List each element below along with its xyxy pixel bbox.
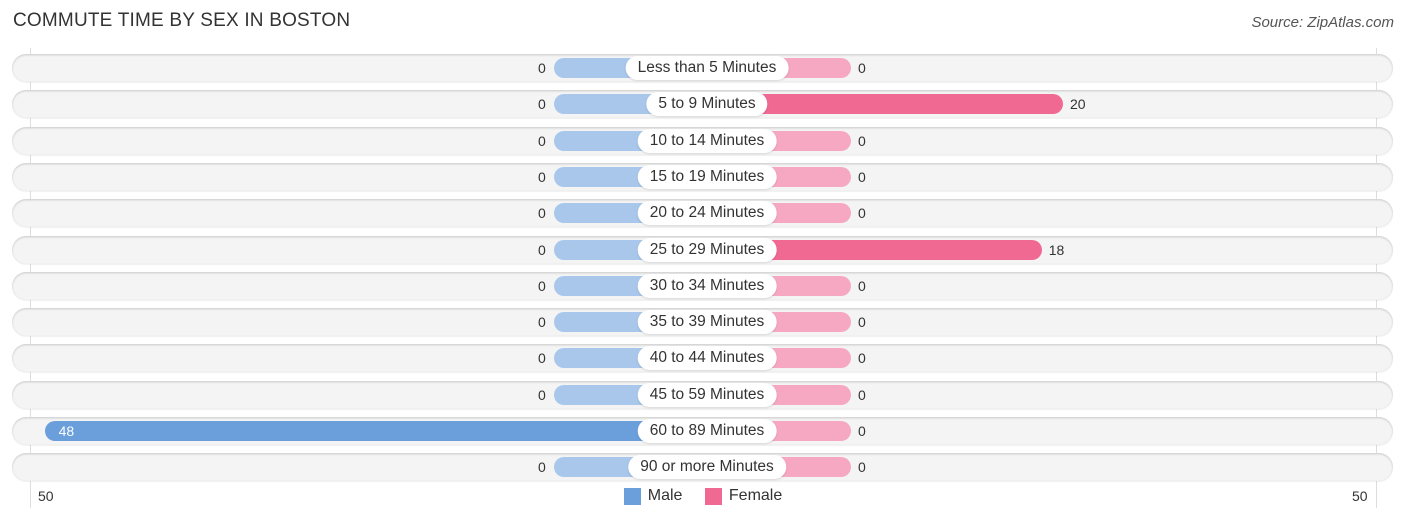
value-label-female: 18 (1048, 241, 1065, 258)
chart-title: COMMUTE TIME BY SEX IN BOSTON (13, 10, 351, 31)
category-label: 90 or more Minutes (628, 455, 786, 480)
value-label-male: 0 (538, 241, 546, 258)
category-label: 60 to 89 Minutes (637, 419, 777, 443)
category-label: 35 to 39 Minutes (637, 310, 777, 335)
legend-label-male: Male (647, 487, 683, 504)
value-label-female: 0 (858, 277, 866, 294)
value-label-male: 0 (538, 205, 546, 222)
value-label-female: 0 (858, 168, 866, 185)
category-label: 10 to 14 Minutes (637, 128, 777, 153)
category-label: Less than 5 Minutes (625, 56, 789, 80)
value-label-female: 0 (858, 132, 866, 149)
legend-item-female[interactable]: Female (704, 487, 783, 505)
value-label-female: 0 (858, 314, 866, 331)
legend-label-female: Female (728, 487, 783, 504)
value-label-male: 0 (538, 314, 546, 331)
value-label-female: 0 (858, 350, 866, 367)
value-label-female: 0 (858, 205, 866, 222)
category-label: 20 to 24 Minutes (637, 201, 777, 226)
bar-male[interactable] (44, 421, 707, 441)
value-label-male: 0 (538, 96, 546, 113)
value-label-female: 0 (858, 459, 866, 476)
value-label-female: 0 (858, 423, 866, 439)
source-label: Source: ZipAtlas.com (1251, 14, 1394, 31)
value-label-female: 20 (1070, 96, 1086, 113)
category-label: 5 to 9 Minutes (646, 92, 768, 117)
chart-root: COMMUTE TIME BY SEX IN BOSTON Source: Zi… (0, 0, 1406, 522)
category-label: 15 to 19 Minutes (637, 164, 777, 189)
value-label-female: 0 (858, 60, 866, 76)
value-label-male: 0 (538, 132, 546, 149)
value-label-male: 0 (538, 168, 546, 185)
value-label-male: 0 (538, 60, 546, 76)
value-label-male: 0 (538, 459, 546, 476)
value-label-male: 48 (58, 423, 75, 439)
category-label: 30 to 34 Minutes (637, 273, 777, 298)
legend-swatch-female (704, 487, 722, 505)
category-label: 45 to 59 Minutes (637, 382, 777, 407)
category-label: 40 to 44 Minutes (637, 346, 777, 371)
value-label-male: 0 (538, 350, 546, 367)
legend-item-male[interactable]: Male (623, 487, 683, 505)
legend: Male Female (0, 487, 1406, 510)
value-label-female: 0 (858, 386, 866, 403)
value-label-male: 0 (538, 386, 546, 403)
category-label: 25 to 29 Minutes (637, 237, 777, 262)
legend-swatch-male (623, 487, 641, 505)
value-label-male: 0 (538, 277, 546, 294)
